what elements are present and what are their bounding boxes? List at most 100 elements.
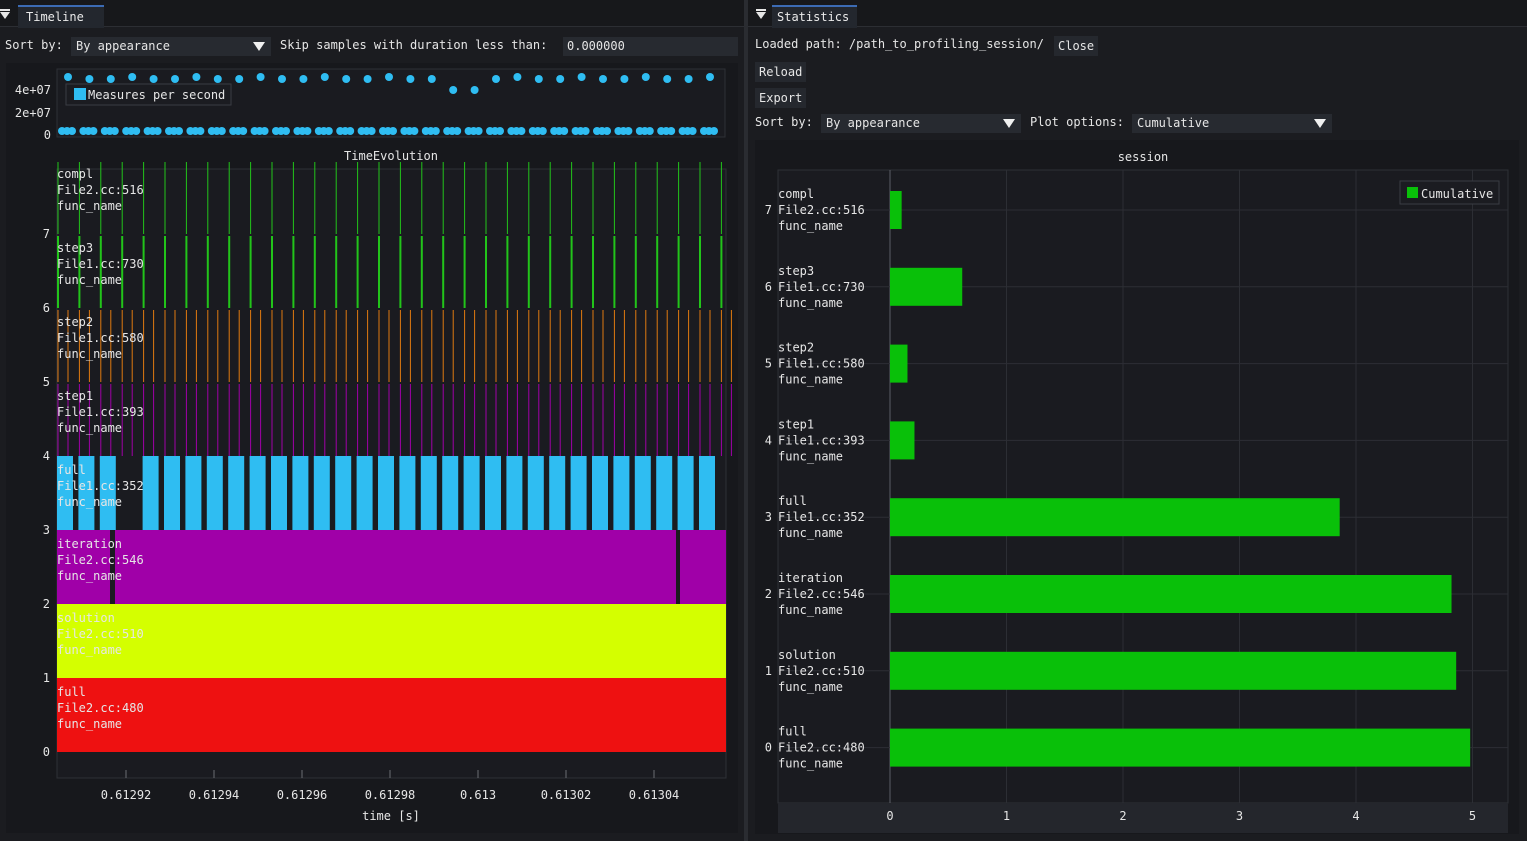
- stats-bar: [890, 267, 963, 306]
- stats-category-label: func_name: [778, 603, 843, 617]
- stats-category-label: File1.cc:352: [778, 510, 865, 524]
- dropdown-arrow-icon: [253, 42, 265, 51]
- scatter-point: [474, 127, 483, 135]
- timeline-bar: [185, 456, 202, 530]
- timeline-bar: [313, 456, 330, 530]
- stats-category-label: iteration: [778, 571, 843, 585]
- scatter-point: [620, 75, 629, 83]
- timeline-bar: [442, 456, 459, 530]
- close-button[interactable]: Close: [1054, 36, 1099, 56]
- stats-category-label: full: [778, 494, 807, 508]
- stats-chart-title: session: [1118, 150, 1169, 164]
- timeline-bar: [335, 456, 352, 530]
- timeline-y-tick: 1: [43, 671, 50, 685]
- scatter-point: [389, 127, 397, 135]
- scatter-legend-label: Measures per second: [88, 88, 225, 102]
- timeline-row-label: File1.cc:393: [57, 405, 144, 419]
- stats-sort-combo[interactable]: By appearance: [821, 114, 1021, 133]
- timeline-row-label: full: [57, 685, 86, 699]
- scatter-point: [599, 75, 607, 83]
- scatter-point: [385, 73, 393, 81]
- reload-button[interactable]: Reload: [755, 62, 807, 82]
- timeline-bar: [57, 604, 726, 678]
- scatter-point: [538, 127, 547, 135]
- scatter-point: [534, 75, 543, 83]
- collapse-line-icon: [0, 9, 10, 11]
- timeline-row-label: solution: [57, 611, 115, 625]
- skip-duration-input[interactable]: 0.000000: [563, 37, 738, 56]
- measures-scatter-plot[interactable]: 4e+07 2e+07 0 Measures per second: [15, 68, 726, 142]
- scatter-point: [667, 127, 676, 135]
- stats-category-label: func_name: [778, 219, 843, 233]
- tab-statistics[interactable]: Statistics: [756, 5, 858, 28]
- plot-options-combo[interactable]: Cumulative: [1132, 114, 1332, 133]
- scatter-point: [406, 75, 415, 83]
- scatter-point: [342, 75, 351, 83]
- cumulative-bar-chart[interactable]: session 0 full File2.cc:480 func_name 1 solut…: [755, 140, 1519, 834]
- scatter-point: [346, 127, 355, 135]
- timeline-row-label: compl: [57, 167, 93, 181]
- scatter-point: [324, 127, 333, 135]
- timeline-x-tick: 0.61304: [629, 788, 680, 802]
- timeline-row-label: func_name: [57, 421, 122, 435]
- timeline-sort-combo[interactable]: By appearance: [71, 37, 271, 56]
- scatter-point: [449, 86, 458, 94]
- timeline-row-label: func_name: [57, 273, 122, 287]
- timeline-bar: [292, 456, 309, 530]
- tab-timeline[interactable]: Timeline: [0, 5, 104, 28]
- export-button[interactable]: Export: [755, 88, 807, 108]
- timeline-row-label: step1: [57, 389, 93, 403]
- scatter-point: [153, 127, 162, 135]
- stats-category-label: func_name: [778, 449, 843, 463]
- timeline-x-tick: 0.61302: [541, 788, 592, 802]
- scatter-legend-swatch: [74, 88, 86, 100]
- timeline-bar: [57, 530, 726, 604]
- stats-category-label: func_name: [778, 526, 843, 540]
- stats-category-index: 7: [765, 203, 772, 217]
- stats-category-label: File1.cc:393: [778, 433, 865, 447]
- timeline-gap: [676, 530, 680, 604]
- timeline-row-label: iteration: [57, 537, 122, 551]
- scatter-point: [581, 127, 590, 135]
- stats-x-tick: 3: [1236, 809, 1243, 823]
- timeline-bar: [356, 456, 373, 530]
- scatter-point: [706, 73, 714, 81]
- scatter-point: [260, 127, 269, 135]
- timeline-row-label: full: [57, 463, 86, 477]
- dropdown-arrow-icon: [1003, 119, 1015, 128]
- timeline-bar: [378, 456, 394, 530]
- collapse-triangle-icon[interactable]: [0, 12, 10, 19]
- stats-category-label: File1.cc:580: [778, 357, 865, 371]
- timeline-row-label: File1.cc:580: [57, 331, 144, 345]
- stats-category-index: 5: [765, 357, 772, 371]
- stats-category-label: File1.cc:730: [778, 280, 865, 294]
- timeline-bar: [677, 456, 694, 530]
- timeline-row-label: func_name: [57, 643, 122, 657]
- timeline-bar: [485, 456, 501, 530]
- collapse-triangle-icon[interactable]: [756, 12, 766, 19]
- timeline-y-tick: 5: [43, 375, 50, 389]
- dropdown-arrow-icon: [1314, 119, 1326, 128]
- timeline-x-tick: 0.61296: [277, 788, 328, 802]
- timeline-bar: [271, 456, 287, 530]
- stats-x-tick: 5: [1469, 809, 1476, 823]
- timeline-bar: [420, 456, 437, 530]
- timeline-bar: [228, 456, 245, 530]
- stats-category-index: 0: [765, 741, 772, 755]
- scatter-point: [577, 73, 586, 81]
- timeline-plots[interactable]: 4e+07 2e+07 0 Measures per second TimeEv…: [6, 63, 738, 833]
- stats-category-label: File2.cc:510: [778, 664, 865, 678]
- timeline-row-label: func_name: [57, 717, 122, 731]
- scatter-point: [453, 127, 462, 135]
- timeline-bar: [699, 456, 715, 530]
- stats-sort-label: Sort by:: [755, 115, 813, 129]
- timeline-row-label: File1.cc:352: [57, 479, 144, 493]
- stats-category-label: step2: [778, 341, 814, 355]
- tab-timeline-label: Timeline: [26, 10, 84, 24]
- scatter-point: [192, 73, 201, 81]
- timeline-x-axis-label: time [s]: [362, 809, 420, 823]
- timeline-bar: [613, 456, 630, 530]
- timeline-y-tick: 2: [43, 597, 50, 611]
- stats-category-label: step3: [778, 264, 814, 278]
- scatter-point: [149, 75, 158, 83]
